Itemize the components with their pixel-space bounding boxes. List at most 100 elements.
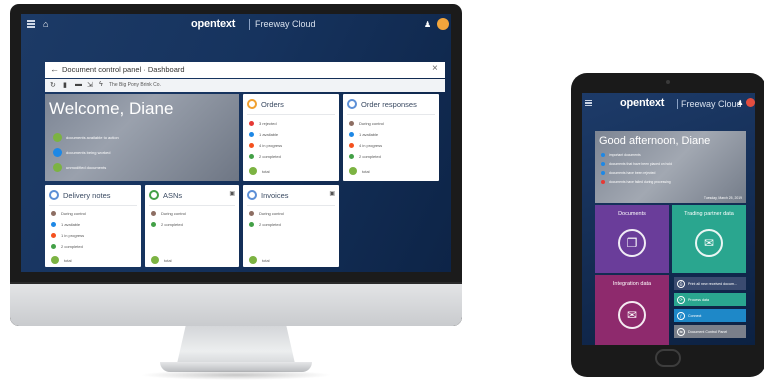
pin-icon[interactable]: ▣ xyxy=(329,190,335,197)
integration-data-tile[interactable]: Integration data ✉ xyxy=(595,275,669,345)
tablet-topbar: opentext Freeway Cloud ♟ xyxy=(582,93,755,115)
orders-icon xyxy=(247,99,257,109)
card-row[interactable]: 1 available xyxy=(51,222,80,227)
avatar[interactable] xyxy=(746,98,755,107)
available-icon xyxy=(349,132,354,137)
breadcrumb[interactable]: The Big Pony Brink Co. xyxy=(109,82,161,88)
greeting-item[interactable]: documents have failed during processing xyxy=(601,180,671,184)
greeting-item[interactable]: documents that have been placed on hold xyxy=(601,162,672,166)
product-name: Freeway Cloud xyxy=(255,19,316,29)
trash-icon[interactable]: ▮ xyxy=(63,81,67,89)
hamburger-menu-icon[interactable] xyxy=(585,100,592,107)
card-row[interactable]: 2 completed xyxy=(349,154,381,159)
card-row-text: 1 in progress xyxy=(61,233,85,238)
card-row[interactable]: 2 completed xyxy=(249,222,281,227)
card-row[interactable]: During control xyxy=(249,211,284,216)
asns-card[interactable]: ASNs ▣ During control 2 completed total xyxy=(145,185,239,267)
card-divider xyxy=(149,205,235,206)
card-row-text: 1 available xyxy=(259,132,279,137)
card-row[interactable]: During control xyxy=(151,211,186,216)
hamburger-menu-icon[interactable] xyxy=(27,20,35,28)
user-icon[interactable]: ♟ xyxy=(424,20,431,29)
greeting-heading: Good afternoon, Diane xyxy=(599,135,711,147)
card-row[interactable]: 1 in progress xyxy=(51,233,84,238)
card-row[interactable]: 1 available xyxy=(349,132,378,137)
card-row[interactable]: 2 completed xyxy=(249,154,281,159)
card-total[interactable]: total xyxy=(249,256,270,264)
greeting-item[interactable]: important documents xyxy=(601,153,641,157)
lightning-icon[interactable]: ϟ xyxy=(99,81,103,88)
card-row-text: 4 in progress xyxy=(359,143,383,148)
export-icon[interactable]: ⇲ xyxy=(87,81,93,89)
card-total[interactable]: total xyxy=(151,256,172,264)
card-row[interactable]: 1 available xyxy=(249,132,278,137)
current-date: Tuesday, March 25, 2019 xyxy=(703,196,742,200)
welcome-item[interactable]: unmodified documents xyxy=(53,162,106,172)
status-dot-icon xyxy=(601,171,605,175)
tile-label: Integration data xyxy=(612,281,652,287)
greeting-item[interactable]: documents have been rejected xyxy=(601,171,655,175)
card-row[interactable]: 2 completed xyxy=(151,222,183,227)
card-row[interactable]: 2 completed xyxy=(51,244,83,249)
card-total[interactable]: total xyxy=(249,167,270,175)
back-arrow-icon[interactable]: ← xyxy=(50,64,59,74)
process-data-button[interactable]: ⟳ Process data xyxy=(674,293,746,306)
greeting-item-text: important documents xyxy=(609,153,641,157)
in-progress-icon xyxy=(51,233,56,238)
card-row[interactable]: 4 in progress xyxy=(349,143,382,148)
trading-partner-tile[interactable]: Trading partner data ✉ xyxy=(672,205,746,273)
card-row-text: 2 completed xyxy=(359,154,381,159)
print-icon[interactable]: ▬ xyxy=(75,81,82,88)
status-dot-icon xyxy=(53,132,62,142)
product-name: Freeway Cloud xyxy=(681,99,742,109)
card-row[interactable]: 3 rejected xyxy=(249,121,277,126)
process-icon: ⟳ xyxy=(677,295,685,304)
refresh-icon[interactable]: ↻ xyxy=(50,81,56,89)
card-row-text: 1 available xyxy=(359,132,379,137)
total-icon xyxy=(349,167,357,175)
home-icon[interactable]: ⌂ xyxy=(43,19,53,29)
brand-divider xyxy=(677,99,678,109)
pin-icon[interactable]: ▣ xyxy=(229,190,235,197)
status-dot-icon xyxy=(601,162,605,166)
envelope-icon: ✉ xyxy=(618,301,646,329)
user-icon[interactable]: ♟ xyxy=(737,99,743,107)
documents-tile[interactable]: Documents ❐ xyxy=(595,205,669,273)
card-row-text: 4 in progress xyxy=(259,143,283,148)
window-toolbar: ↻ ▮ ▬ ⇲ ϟ The Big Pony Brink Co. xyxy=(45,79,445,92)
close-icon[interactable]: × xyxy=(432,63,438,74)
card-divider xyxy=(247,114,335,115)
document-control-panel-button[interactable]: ⇆ Document Control Panel xyxy=(674,325,746,338)
card-total-text: total xyxy=(164,257,172,263)
home-button[interactable] xyxy=(655,349,681,367)
order-responses-card[interactable]: Order responses During control 1 availab… xyxy=(343,94,439,181)
card-row[interactable]: During control xyxy=(51,211,86,216)
available-icon xyxy=(249,132,254,137)
card-total-text: total xyxy=(64,257,72,263)
app-topbar: ⌂ opentext Freeway Cloud ♟ xyxy=(21,14,451,36)
card-title: Invoices xyxy=(261,190,289,200)
card-row[interactable]: 4 in progress xyxy=(249,143,282,148)
welcome-item[interactable]: documents being worked xyxy=(53,147,110,157)
tile-label: Trading partner data xyxy=(684,211,734,217)
delivery-notes-card[interactable]: Delivery notes During control 1 availabl… xyxy=(45,185,141,267)
brand-logo: opentext xyxy=(191,18,236,30)
connect-button[interactable]: ƒ Connect xyxy=(674,309,746,322)
welcome-item[interactable]: documents available to action xyxy=(53,132,119,142)
total-icon xyxy=(249,167,257,175)
camera-icon xyxy=(666,80,670,84)
avatar[interactable] xyxy=(437,18,449,30)
card-total[interactable]: total xyxy=(349,167,370,175)
print-all-button[interactable]: ⎙ Print all new received docum... xyxy=(674,277,746,290)
welcome-item-text: documents available to action xyxy=(66,134,119,140)
facebook-icon: ƒ xyxy=(677,311,685,320)
card-row[interactable]: During control xyxy=(349,121,384,126)
total-icon xyxy=(249,256,257,264)
invoices-card[interactable]: Invoices ▣ During control 2 completed to… xyxy=(243,185,339,267)
print-icon: ⎙ xyxy=(677,279,685,288)
card-row-text: 2 completed xyxy=(259,154,281,159)
button-label: Document Control Panel xyxy=(688,329,728,334)
card-total[interactable]: total xyxy=(51,256,72,264)
card-row-text: During control xyxy=(161,211,186,216)
orders-card[interactable]: Orders 3 rejected 1 available 4 in progr… xyxy=(243,94,339,181)
